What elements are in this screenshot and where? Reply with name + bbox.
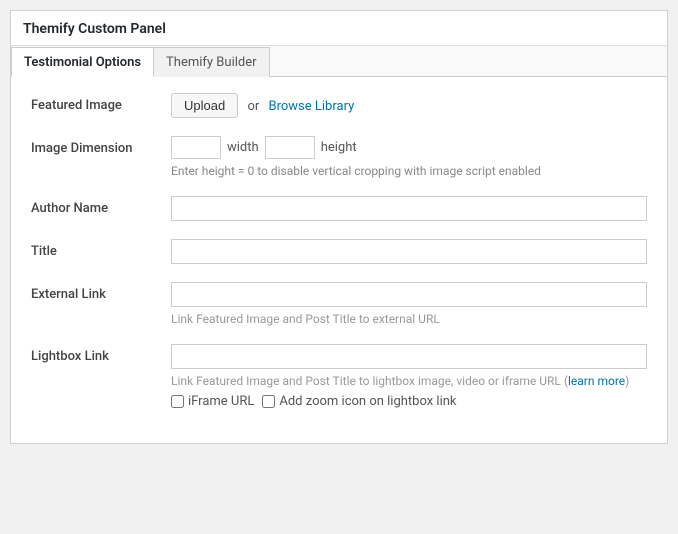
- tabs-bar: Testimonial Options Themify Builder: [11, 46, 667, 77]
- image-dimension-label: Image Dimension: [31, 136, 171, 156]
- form-row-image-dimension: Image Dimension width height Enter heigh…: [31, 136, 647, 178]
- form-row-external-link: External Link Link Featured Image and Po…: [31, 282, 647, 326]
- featured-image-control: Upload or Browse Library: [171, 93, 647, 118]
- lightbox-link-input[interactable]: [171, 344, 647, 369]
- lightbox-checkboxes: iFrame URL Add zoom icon on lightbox lin…: [171, 394, 647, 409]
- panel-container: Themify Custom Panel Testimonial Options…: [10, 10, 668, 444]
- author-name-label: Author Name: [31, 196, 171, 216]
- or-text: or: [247, 99, 259, 114]
- external-link-control: Link Featured Image and Post Title to ex…: [171, 282, 647, 326]
- upload-button[interactable]: Upload: [171, 93, 238, 118]
- panel-title: Themify Custom Panel: [11, 11, 667, 46]
- width-label: width: [227, 140, 259, 155]
- zoom-icon-label: Add zoom icon on lightbox link: [279, 394, 456, 409]
- height-input[interactable]: [265, 136, 315, 159]
- external-link-hint: Link Featured Image and Post Title to ex…: [171, 312, 647, 326]
- form-row-lightbox-link: Lightbox Link Link Featured Image and Po…: [31, 344, 647, 409]
- title-input[interactable]: [171, 239, 647, 264]
- iframe-url-checkbox[interactable]: [171, 395, 184, 408]
- iframe-url-label: iFrame URL: [188, 394, 254, 409]
- width-input[interactable]: [171, 136, 221, 159]
- image-dimension-control: width height Enter height = 0 to disable…: [171, 136, 647, 178]
- form-row-title: Title: [31, 239, 647, 264]
- title-control: [171, 239, 647, 264]
- external-link-label: External Link: [31, 282, 171, 302]
- zoom-icon-checkbox[interactable]: [262, 395, 275, 408]
- author-name-control: [171, 196, 647, 221]
- form-row-author-name: Author Name: [31, 196, 647, 221]
- dimension-hint: Enter height = 0 to disable vertical cro…: [171, 164, 647, 178]
- author-name-input[interactable]: [171, 196, 647, 221]
- zoom-icon-checkbox-item: Add zoom icon on lightbox link: [262, 394, 456, 409]
- featured-image-label: Featured Image: [31, 93, 171, 113]
- external-link-input[interactable]: [171, 282, 647, 307]
- iframe-url-checkbox-item: iFrame URL: [171, 394, 254, 409]
- learn-more-link[interactable]: learn more: [568, 374, 625, 388]
- tab-content-testimonial-options: Featured Image Upload or Browse Library …: [11, 77, 667, 443]
- tab-testimonial-options[interactable]: Testimonial Options: [11, 47, 154, 77]
- browse-library-link[interactable]: Browse Library: [269, 99, 355, 114]
- lightbox-link-control: Link Featured Image and Post Title to li…: [171, 344, 647, 409]
- dimension-inputs: width height: [171, 136, 647, 159]
- tab-themify-builder[interactable]: Themify Builder: [153, 47, 270, 77]
- lightbox-link-label: Lightbox Link: [31, 344, 171, 364]
- form-row-featured-image: Featured Image Upload or Browse Library: [31, 93, 647, 118]
- lightbox-link-hint: Link Featured Image and Post Title to li…: [171, 374, 647, 388]
- height-label: height: [321, 140, 357, 155]
- title-label: Title: [31, 239, 171, 259]
